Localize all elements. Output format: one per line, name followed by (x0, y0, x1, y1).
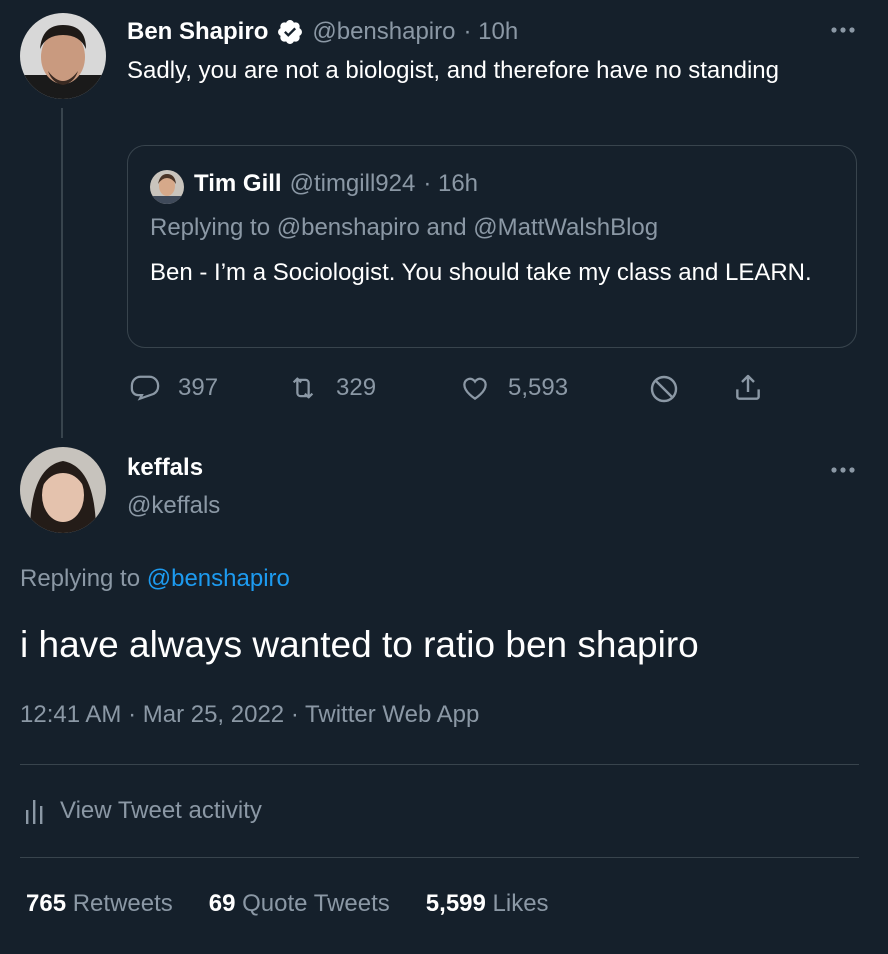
quoted-replying-to: Replying to @benshapiro and @MattWalshBl… (150, 214, 658, 242)
likes-stat-label: Likes (492, 890, 549, 917)
quoted-tweet-time: · 16h (423, 170, 479, 197)
more-icon[interactable] (829, 20, 857, 45)
view-tweet-activity[interactable]: View Tweet activity (24, 796, 262, 826)
parent-tweet-text: Sadly, you are not a biologist, and ther… (127, 57, 779, 84)
main-author-handle[interactable]: @keffals (127, 492, 220, 520)
author-handle[interactable]: @benshapiro (312, 18, 455, 46)
quoted-replying-users: @benshapiro and @MattWalshBlog (276, 214, 659, 241)
quotes-stat-label: Quote Tweets (242, 890, 390, 917)
tweet-stats: 765 Retweets 69 Quote Tweets 5,599 Likes (26, 890, 549, 918)
reply-icon (130, 375, 160, 401)
quoted-tweet-header: Tim Gill @timgill924 · 16h (194, 170, 478, 198)
parent-tweet-header: Ben Shapiro @benshapiro · 10h (127, 15, 518, 49)
like-count: 5,593 (508, 374, 569, 401)
thread-line (61, 108, 63, 438)
activity-label: View Tweet activity (60, 797, 262, 824)
retweet-icon (292, 377, 314, 399)
retweets-stat-label: Retweets (72, 890, 173, 917)
tweet-time[interactable]: · 10h (463, 18, 518, 46)
quoted-replying-prefix: Replying to (150, 214, 271, 241)
divider-middle (20, 857, 859, 858)
main-replying-user[interactable]: @benshapiro (147, 565, 290, 592)
like-icon (463, 377, 487, 400)
quotes-stat-count: 69 (208, 890, 236, 917)
avatar-tim-gill (150, 170, 184, 204)
retweets-stat[interactable]: 765 Retweets (26, 890, 173, 918)
likes-stat-count: 5,599 (425, 890, 486, 917)
avatar-keffals[interactable] (20, 447, 106, 533)
block-icon[interactable] (648, 373, 680, 410)
reply-button[interactable]: 397 (130, 373, 218, 403)
quoted-tweet-card[interactable]: Tim Gill @timgill924 · 16h Replying to @… (127, 145, 857, 348)
retweets-stat-count: 765 (26, 890, 67, 917)
share-icon[interactable] (732, 372, 764, 409)
likes-stat[interactable]: 5,599 Likes (426, 890, 549, 918)
quotes-stat[interactable]: 69 Quote Tweets (209, 890, 390, 918)
avatar-ben-shapiro[interactable] (20, 13, 106, 99)
like-button[interactable]: 5,593 (460, 373, 568, 403)
main-author-name[interactable]: keffals (127, 454, 203, 482)
quoted-author-name: Tim Gill (194, 170, 282, 197)
main-replying-to: Replying to @benshapiro (20, 565, 290, 593)
retweet-count: 329 (336, 374, 377, 401)
quoted-tweet-text: Ben - I’m a Sociologist. You should take… (150, 259, 812, 286)
author-name[interactable]: Ben Shapiro (127, 18, 268, 46)
reply-count: 397 (178, 374, 219, 401)
main-tweet-text: i have always wanted to ratio ben shapir… (20, 624, 699, 665)
quoted-author-handle: @timgill924 (289, 170, 416, 197)
main-more-icon[interactable] (829, 460, 857, 485)
main-tweet-meta[interactable]: 12:41 AM · Mar 25, 2022 · Twitter Web Ap… (20, 701, 479, 729)
retweet-button[interactable]: 329 (288, 373, 376, 403)
activity-icon (26, 800, 43, 824)
divider-top (20, 764, 859, 765)
verified-icon (276, 18, 304, 46)
main-replying-prefix: Replying to (20, 565, 141, 592)
